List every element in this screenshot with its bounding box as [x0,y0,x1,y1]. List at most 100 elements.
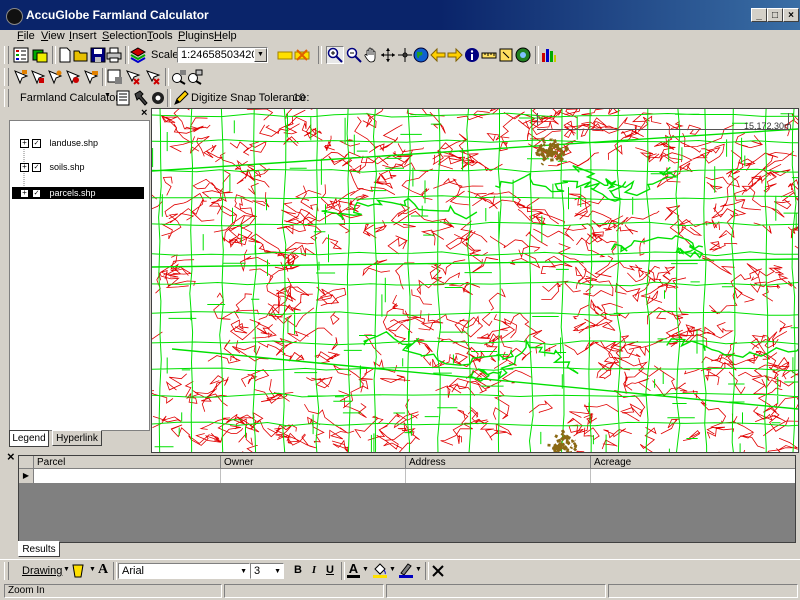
snap-tolerance-value[interactable]: 10 [293,92,305,104]
delete-selected-icon[interactable] [125,69,141,85]
fill-color-dropdown-arrow[interactable]: ▼ [389,566,396,573]
app-globe-icon[interactable] [6,8,23,25]
underline-button[interactable]: U [324,564,336,576]
find-feature-icon[interactable] [187,69,203,85]
edit-move-icon[interactable] [30,69,46,85]
shape-fill-icon[interactable] [70,563,86,579]
menu-plugins[interactable]: Plugins [178,30,214,42]
legend-close-icon[interactable]: × [141,108,151,119]
soils-layer [152,109,798,452]
new-file-icon[interactable] [57,47,73,63]
tools-hammer-icon[interactable] [133,90,149,106]
column-header-address[interactable]: Address [406,456,591,469]
edit-select-shape-icon[interactable] [65,69,81,85]
layer-name: landuse.shp [49,138,99,148]
text-tool-icon[interactable]: A [98,562,108,578]
layer-visibility-checkbox[interactable]: ✓ [32,189,41,199]
add-layer-icon[interactable] [32,47,48,63]
column-header-acreage[interactable]: Acreage [591,456,795,469]
snap-pencil-icon[interactable] [173,90,189,106]
back-arrow-icon[interactable] [430,47,446,63]
expand-icon[interactable]: + [20,139,29,149]
font-size-combobox[interactable]: 3 ▼ [250,563,284,579]
toolbar-grip[interactable] [4,562,9,580]
shape-dropdown-arrow[interactable]: ▼ [89,566,96,573]
layer-row-soils[interactable]: + ✓ soils.shp [20,161,85,173]
scale-combobox[interactable]: 1:24658503420 ▼ [177,47,268,63]
table-row[interactable] [34,469,795,483]
font-name-dropdown-arrow[interactable]: ▼ [240,565,247,579]
toolbar-grip[interactable] [4,89,9,107]
print-icon[interactable] [106,47,122,63]
plugin-toolbar: Farmland Calculator ▼ Digitize Snap Tole… [0,88,342,108]
save-icon[interactable] [90,47,106,63]
select-rectangle-icon[interactable] [277,47,293,63]
maximize-button[interactable]: □ [767,8,783,22]
select-feature-icon[interactable] [498,47,514,63]
zoom-in-button[interactable] [326,46,344,64]
globe-search-icon[interactable] [515,47,531,63]
column-header-parcel[interactable]: Parcel [34,456,221,469]
globe-icon[interactable] [413,47,429,63]
delete-graphic-icon[interactable] [430,563,446,579]
expand-icon[interactable]: + [20,189,29,199]
open-folder-icon[interactable] [73,47,89,63]
parcels-layer [152,109,798,452]
menu-tools[interactable]: Tools [147,30,173,42]
settings-gear-icon[interactable] [150,90,166,106]
bold-button[interactable]: B [292,564,304,576]
fill-color-bucket-icon[interactable] [372,562,388,578]
measure-ruler-icon[interactable] [481,47,497,63]
line-color-dropdown-arrow[interactable]: ▼ [415,566,422,573]
font-color-button[interactable]: A [347,562,360,578]
forward-arrow-icon[interactable] [447,47,463,63]
legend-toggle-icon[interactable] [13,47,29,63]
toolbar-grip[interactable] [4,46,9,64]
menu-help[interactable]: Help [214,30,237,42]
zoom-full-extent-icon[interactable] [380,47,396,63]
layer-row-parcels[interactable]: + ✓ parcels.shp [12,187,144,199]
pan-hand-icon[interactable] [363,47,379,63]
new-shape-icon[interactable] [107,69,123,85]
results-close-icon[interactable]: × [7,450,15,463]
menu-file[interactable]: File [17,30,35,42]
status-bar: Zoom In [0,582,800,600]
tab-results[interactable]: Results [18,541,60,557]
tab-legend[interactable]: Legend [9,430,49,447]
legend-panel: + ✓ landuse.shp + ✓ soils.shp + ✓ parcels.s… [9,120,150,431]
edit-add-point-icon[interactable] [47,69,63,85]
menu-view[interactable]: View [41,30,65,42]
close-button[interactable]: × [783,8,799,22]
toolbar-grip[interactable] [4,68,9,86]
zoom-extent-icon[interactable] [397,47,413,63]
italic-button[interactable]: I [308,564,320,576]
calculator-table-icon[interactable] [115,90,131,106]
minimize-button[interactable]: _ [751,8,767,22]
layer-visibility-checkbox[interactable]: ✓ [32,163,41,173]
layer-visibility-checkbox[interactable]: ✓ [32,139,41,149]
plugin-dropdown-arrow[interactable]: ▼ [104,92,111,99]
map-canvas[interactable]: 15,172.30m [151,108,799,453]
line-color-pen-icon[interactable] [398,562,414,578]
bar-chart-icon[interactable] [541,47,557,63]
identify-info-icon[interactable] [464,47,480,63]
zoom-out-icon[interactable] [346,47,362,63]
column-header-owner[interactable]: Owner [221,456,406,469]
font-color-dropdown-arrow[interactable]: ▼ [362,566,369,573]
font-size-dropdown-arrow[interactable]: ▼ [274,565,281,579]
menu-selection[interactable]: Selection [102,30,147,42]
edit-delete-vertex-icon[interactable] [83,69,99,85]
edit-vertex-icon[interactable] [13,69,29,85]
scale-layers-icon[interactable] [130,47,146,63]
expand-icon[interactable]: + [20,163,29,173]
clear-selection-icon[interactable] [294,47,310,63]
tab-hyperlink[interactable]: Hyperlink [52,430,102,446]
zoom-to-selected-icon[interactable] [171,69,187,85]
delete-shape-icon[interactable] [145,69,161,85]
font-name-combobox[interactable]: Arial ▼ [118,563,250,579]
menu-insert[interactable]: Insert [69,30,97,42]
drawing-dropdown-arrow[interactable]: ▼ [63,566,70,573]
scale-dropdown-arrow[interactable]: ▼ [254,48,267,62]
drawing-menu[interactable]: Drawing [22,565,62,577]
layer-row-landuse[interactable]: + ✓ landuse.shp [20,137,98,149]
